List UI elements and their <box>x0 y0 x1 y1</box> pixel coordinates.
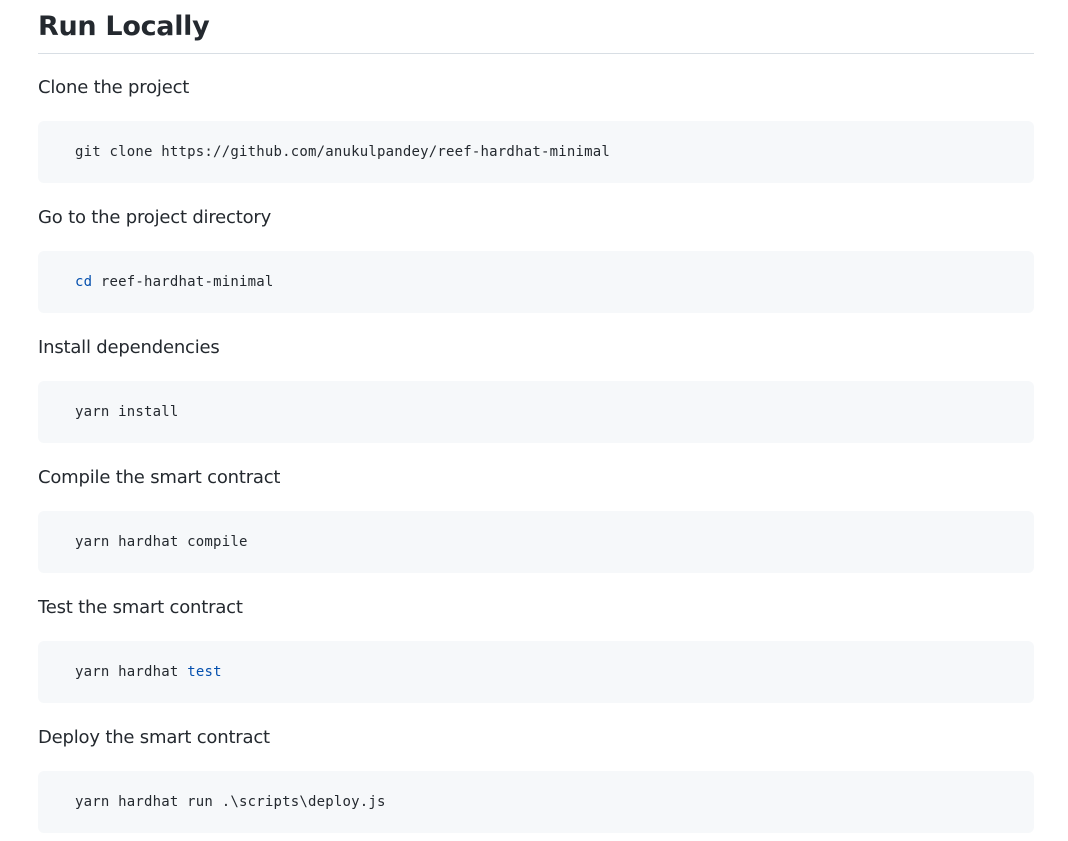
code-rest: yarn hardhat <box>75 664 188 680</box>
step-label: Compile the smart contract <box>38 467 281 488</box>
step-cd: Go to the project directory cd reef-hard… <box>38 206 1034 313</box>
step-install: Install dependencies yarn install <box>38 336 1034 443</box>
code-block[interactable]: yarn hardhat compile <box>38 511 1034 573</box>
code-rest: yarn hardhat compile <box>75 534 248 550</box>
code-rest: yarn hardhat run .\scripts\deploy.js <box>75 794 386 810</box>
step-label: Go to the project directory <box>38 207 272 228</box>
step-label: Deploy the smart contract <box>38 727 270 748</box>
code-rest: git clone https://github.com/anukulpande… <box>75 144 610 160</box>
code-block[interactable]: cd reef-hardhat-minimal <box>38 251 1034 313</box>
code-rest: yarn install <box>75 404 179 420</box>
step-test: Test the smart contract yarn hardhat tes… <box>38 596 1034 703</box>
code-block[interactable]: git clone https://github.com/anukulpande… <box>38 121 1034 183</box>
step-label: Clone the project <box>38 77 190 98</box>
code-text[interactable]: yarn hardhat test <box>75 664 222 680</box>
code-text[interactable]: yarn install <box>75 404 179 420</box>
code-text[interactable]: git clone https://github.com/anukulpande… <box>75 144 610 160</box>
code-block[interactable]: yarn install <box>38 381 1034 443</box>
code-keyword: cd <box>75 274 93 290</box>
section-heading: Run Locally <box>38 0 1034 54</box>
code-rest: reef-hardhat-minimal <box>92 274 274 290</box>
step-clone: Clone the project git clone https://gith… <box>38 76 1034 183</box>
step-deploy: Deploy the smart contract yarn hardhat r… <box>38 726 1034 833</box>
code-block[interactable]: yarn hardhat run .\scripts\deploy.js <box>38 771 1034 833</box>
code-keyword-tail: test <box>187 664 222 680</box>
code-text[interactable]: cd reef-hardhat-minimal <box>75 274 273 290</box>
step-label: Install dependencies <box>38 337 220 358</box>
step-label: Test the smart contract <box>38 597 243 618</box>
step-compile: Compile the smart contract yarn hardhat … <box>38 466 1034 573</box>
code-block[interactable]: yarn hardhat test <box>38 641 1034 703</box>
readme-content: Run Locally Clone the project git clone … <box>38 0 1034 833</box>
code-text[interactable]: yarn hardhat compile <box>75 534 248 550</box>
code-text[interactable]: yarn hardhat run .\scripts\deploy.js <box>75 794 386 810</box>
